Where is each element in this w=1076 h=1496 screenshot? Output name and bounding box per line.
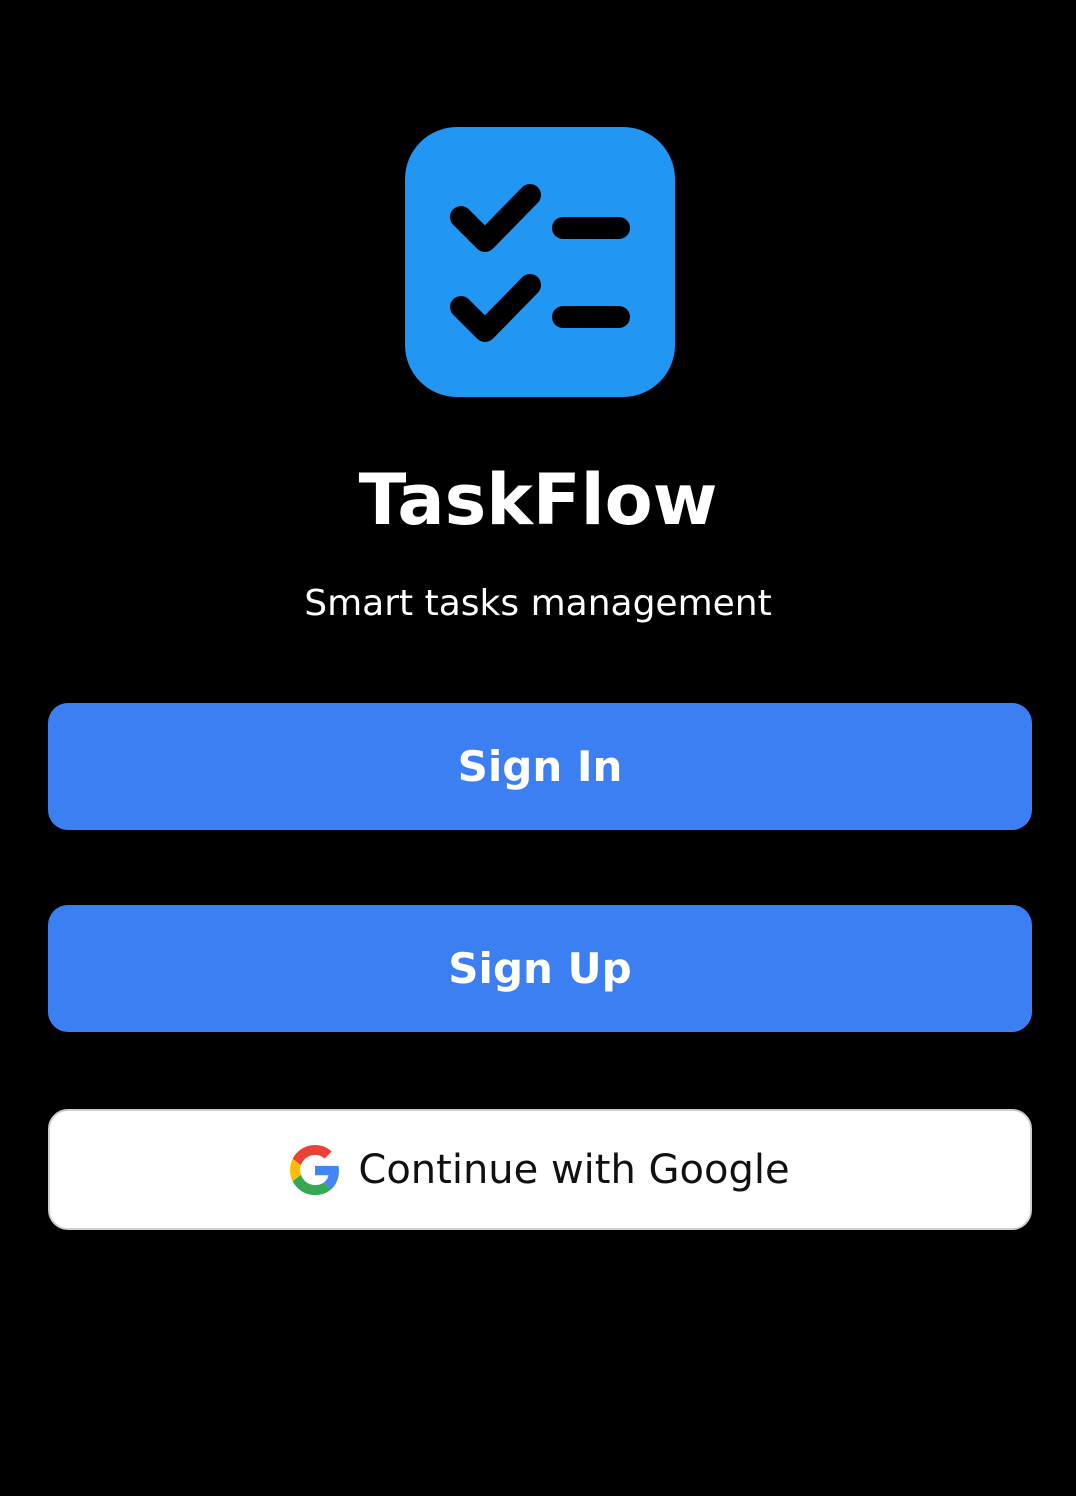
sign-in-label: Sign In: [457, 742, 623, 791]
app-logo-icon: [405, 127, 675, 397]
checkmark-2: [450, 274, 541, 342]
google-g-icon: [290, 1144, 340, 1195]
google-button-label: Continue with Google: [358, 1146, 790, 1193]
sign-up-label: Sign Up: [448, 944, 632, 993]
app-tagline: Smart tasks management: [304, 583, 772, 624]
sign-in-button[interactable]: Sign In: [48, 703, 1032, 830]
app-title: TaskFlow: [358, 459, 718, 541]
checkmark-1: [450, 184, 541, 252]
continue-with-google-button[interactable]: Continue with Google: [48, 1109, 1032, 1230]
task-checklist-icon: [450, 184, 630, 342]
sign-up-button[interactable]: Sign Up: [48, 905, 1032, 1032]
